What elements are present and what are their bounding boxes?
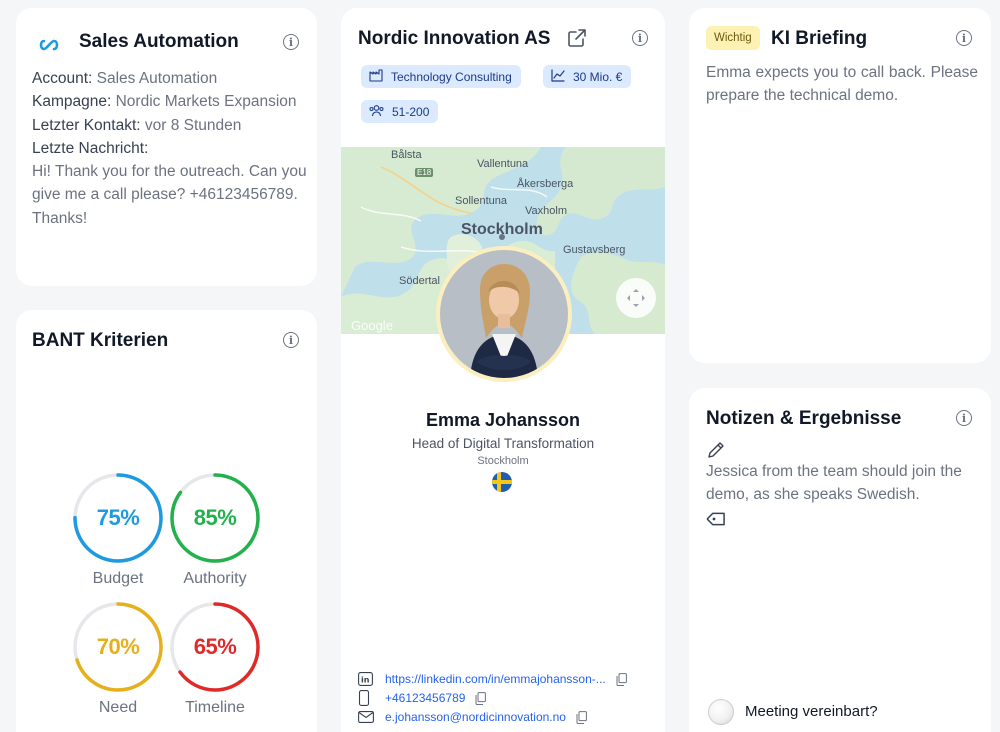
person-title: Head of Digital Transformation (411, 436, 595, 451)
map-label-city: Stockholm (461, 221, 543, 238)
info-icon[interactable]: i (632, 30, 648, 46)
external-link-icon[interactable] (567, 28, 587, 53)
contact-phone[interactable]: +46123456789 (358, 689, 487, 707)
gauge-value: 70% (96, 634, 140, 659)
map-label: Åkersberga (517, 178, 574, 190)
linkedin-link[interactable]: https://linkedin.com/in/emmajohansson-..… (385, 672, 606, 686)
priority-badge: Wichtig (706, 26, 760, 50)
company-card: Nordic Innovation AS i Technology Consul… (341, 8, 665, 732)
svg-text:in: in (361, 676, 370, 685)
avatar (436, 246, 572, 382)
mail-icon (358, 711, 376, 723)
gauge-label: Timeline (185, 699, 245, 716)
tag-icon[interactable] (706, 508, 728, 535)
bant-card-title: BANT Kriterien (32, 330, 169, 351)
account-label: Account: (32, 70, 93, 87)
chip-employees: 51-200 (361, 100, 439, 123)
notes-title: Notizen & Ergebnisse (706, 408, 902, 429)
notes-card: Notizen & Ergebnisse i Jessica from the … (689, 388, 991, 732)
infinity-logo-icon (38, 38, 60, 56)
last-message-label: Letzte Nachricht: (32, 139, 149, 157)
phone-link[interactable]: +46123456789 (385, 691, 465, 705)
campaign-value: Nordic Markets Expansion (115, 93, 297, 111)
map-attribution: Google (351, 318, 393, 333)
gauge-value: 75% (96, 505, 140, 530)
person-city: Stockholm (477, 455, 529, 467)
chip-label: Technology Consulting (391, 69, 512, 84)
linkedin-icon: in (358, 672, 376, 686)
gauge-budget: 75% Budget (72, 472, 164, 588)
account-value: Sales Automation (96, 70, 218, 87)
notes-text: Jessica from the team should join the de… (706, 463, 962, 504)
contact-linkedin[interactable]: in https://linkedin.com/in/emmajohansson… (358, 670, 627, 688)
gauge-label: Budget (92, 570, 144, 587)
map-label: Vallentuna (477, 158, 529, 170)
email-link[interactable]: e.johansson@nordicinnovation.no (385, 710, 566, 724)
campaign-label: Kampagne: (32, 93, 112, 111)
phone-icon (358, 690, 376, 706)
chip-industry: Technology Consulting (361, 65, 521, 88)
factory-icon (369, 68, 383, 85)
briefing-title: KI Briefing (771, 28, 868, 49)
gauge-timeline: 65% Timeline (169, 601, 261, 717)
last-contact-label: Letzter Kontakt: (32, 116, 141, 134)
chip-label: 51-200 (392, 104, 430, 119)
copy-icon[interactable] (576, 710, 587, 724)
copy-icon[interactable] (475, 691, 487, 705)
chip-label: 30 Mio. € (573, 69, 623, 84)
gauge-value: 65% (193, 634, 237, 659)
info-icon[interactable]: i (283, 332, 299, 348)
contact-email[interactable]: e.johansson@nordicinnovation.no (358, 708, 587, 726)
map-label: Vaxholm (525, 205, 567, 217)
account-details: Account: Sales Automation Kampagne: Nord… (32, 67, 307, 230)
meeting-label: Meeting vereinbart? (745, 703, 878, 720)
gauge-value: 85% (193, 505, 237, 530)
last-contact-value: vor 8 Stunden (144, 116, 242, 134)
person-name: Emma Johansson (425, 410, 581, 430)
bant-card: BANT Kriterien i 75% Budget 85% Authorit… (16, 310, 317, 732)
road-badge: E18 (415, 168, 434, 177)
gauge-label: Authority (183, 570, 247, 587)
company-name: Nordic Innovation AS (358, 28, 551, 49)
account-card: Sales Automation i Account: Sales Automa… (16, 8, 317, 286)
gauge-need: 70% Need (72, 601, 164, 717)
gauge-label: Need (98, 699, 138, 716)
copy-icon[interactable] (616, 672, 627, 686)
map-label: Bålsta (391, 149, 422, 161)
briefing-card: Wichtig KI Briefing i Emma expects you t… (689, 8, 991, 363)
map-label: Gustavsberg (563, 244, 626, 256)
info-icon[interactable]: i (283, 34, 299, 50)
info-icon[interactable]: i (956, 410, 972, 426)
sweden-flag-icon (492, 472, 512, 497)
fullscreen-icon[interactable] (616, 278, 656, 318)
briefing-text: Emma expects you to call back. Please pr… (706, 64, 978, 105)
gauge-authority: 85% Authority (169, 472, 261, 588)
account-card-title: Sales Automation (79, 31, 239, 52)
info-icon[interactable]: i (956, 30, 972, 46)
last-message-value: Hi! Thank you for the outreach. Can you … (32, 163, 307, 227)
map-label: Södertal (399, 275, 440, 287)
chip-revenue: 30 Mio. € (543, 65, 632, 88)
chart-icon (551, 68, 565, 85)
meeting-checkbox[interactable] (708, 699, 734, 725)
users-icon (369, 104, 384, 120)
map-label: Sollentuna (455, 195, 507, 207)
